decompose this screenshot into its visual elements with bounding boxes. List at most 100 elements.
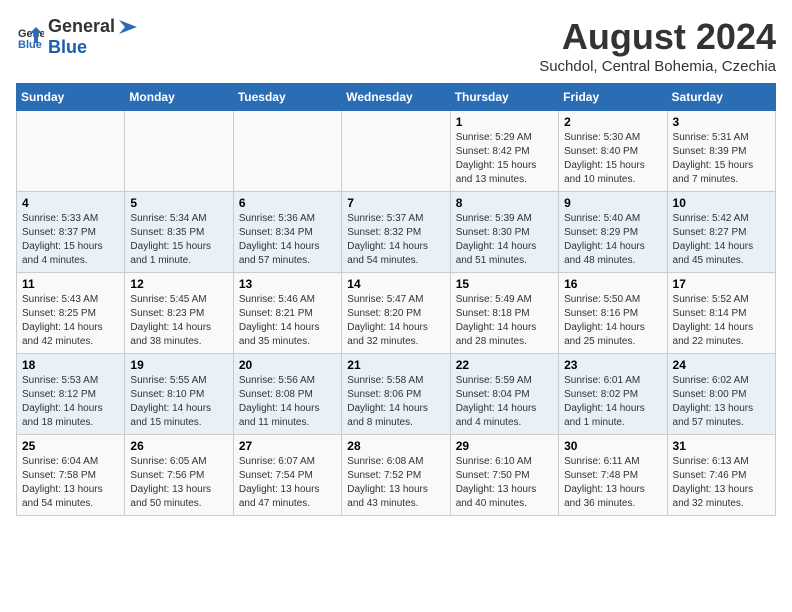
calendar-cell: 11Sunrise: 5:43 AM Sunset: 8:25 PM Dayli… <box>17 273 125 354</box>
weekday-header-monday: Monday <box>125 84 233 111</box>
day-number: 12 <box>130 277 227 291</box>
day-number: 28 <box>347 439 444 453</box>
calendar-table: SundayMondayTuesdayWednesdayThursdayFrid… <box>16 83 776 516</box>
day-number: 4 <box>22 196 119 210</box>
day-info: Sunrise: 5:58 AM Sunset: 8:06 PM Dayligh… <box>347 374 444 430</box>
day-info: Sunrise: 6:01 AM Sunset: 8:02 PM Dayligh… <box>564 374 661 430</box>
calendar-cell: 19 Sunrise: 5:55 AM Sunset: 8:10 PM Dayli… <box>125 354 233 435</box>
subtitle: Suchdol, Central Bohemia, Czechia <box>539 58 776 75</box>
calendar-cell: 23Sunrise: 6:01 AM Sunset: 8:02 PM Dayli… <box>559 354 667 435</box>
weekday-header-tuesday: Tuesday <box>233 84 341 111</box>
day-number: 13 <box>239 277 336 291</box>
weekday-header-thursday: Thursday <box>450 84 558 111</box>
day-number: 21 <box>347 358 444 372</box>
day-info: Sunrise: 5:52 AM Sunset: 8:14 PM Dayligh… <box>673 293 770 349</box>
calendar-cell: 15 Sunrise: 5:49 AM Sunset: 8:18 PM Dayli… <box>450 273 558 354</box>
day-info: Sunrise: 5:49 AM Sunset: 8:18 PM Dayligh… <box>456 293 553 349</box>
day-number: 14 <box>347 277 444 291</box>
calendar-cell: 12 Sunrise: 5:45 AM Sunset: 8:23 PM Dayli… <box>125 273 233 354</box>
main-title: August 2024 <box>539 16 776 58</box>
day-number: 2 <box>564 115 661 129</box>
day-info: Sunrise: 6:02 AM Sunset: 8:00 PM Dayligh… <box>673 374 770 430</box>
calendar-cell: 13 Sunrise: 5:46 AM Sunset: 8:21 PM Dayli… <box>233 273 341 354</box>
day-number: 27 <box>239 439 336 453</box>
day-number: 17 <box>673 277 770 291</box>
calendar-cell: 1Sunrise: 5:29 AM Sunset: 8:42 PM Daylig… <box>450 111 558 192</box>
day-info: Sunrise: 5:47 AM Sunset: 8:20 PM Dayligh… <box>347 293 444 349</box>
day-number: 20 <box>239 358 336 372</box>
day-info: Sunrise: 6:13 AM Sunset: 7:46 PM Dayligh… <box>673 455 770 511</box>
day-number: 18 <box>22 358 119 372</box>
day-info: Sunrise: 5:37 AM Sunset: 8:32 PM Dayligh… <box>347 212 444 268</box>
calendar-cell: 7 Sunrise: 5:37 AM Sunset: 8:32 PM Daylig… <box>342 192 450 273</box>
day-info: Sunrise: 5:39 AM Sunset: 8:30 PM Dayligh… <box>456 212 553 268</box>
svg-text:Blue: Blue <box>18 39 42 51</box>
calendar-cell: 16 Sunrise: 5:50 AM Sunset: 8:16 PM Dayli… <box>559 273 667 354</box>
calendar-cell: 31 Sunrise: 6:13 AM Sunset: 7:46 PM Dayli… <box>667 435 775 516</box>
day-info: Sunrise: 5:53 AM Sunset: 8:12 PM Dayligh… <box>22 374 119 430</box>
weekday-header-sunday: Sunday <box>17 84 125 111</box>
day-info: Sunrise: 5:50 AM Sunset: 8:16 PM Dayligh… <box>564 293 661 349</box>
day-number: 8 <box>456 196 553 210</box>
calendar-cell: 18 Sunrise: 5:53 AM Sunset: 8:12 PM Dayli… <box>17 354 125 435</box>
day-number: 11 <box>22 277 119 291</box>
logo: General Blue General Blue <box>16 16 139 58</box>
calendar-cell: 17 Sunrise: 5:52 AM Sunset: 8:14 PM Dayli… <box>667 273 775 354</box>
calendar-cell: 8 Sunrise: 5:39 AM Sunset: 8:30 PM Daylig… <box>450 192 558 273</box>
day-number: 7 <box>347 196 444 210</box>
calendar-cell <box>233 111 341 192</box>
calendar-cell: 30Sunrise: 6:11 AM Sunset: 7:48 PM Dayli… <box>559 435 667 516</box>
day-number: 24 <box>673 358 770 372</box>
calendar-cell: 29Sunrise: 6:10 AM Sunset: 7:50 PM Dayli… <box>450 435 558 516</box>
day-info: Sunrise: 6:11 AM Sunset: 7:48 PM Dayligh… <box>564 455 661 511</box>
week-row-3: 11Sunrise: 5:43 AM Sunset: 8:25 PM Dayli… <box>17 273 776 354</box>
day-info: Sunrise: 5:42 AM Sunset: 8:27 PM Dayligh… <box>673 212 770 268</box>
calendar-cell: 3Sunrise: 5:31 AM Sunset: 8:39 PM Daylig… <box>667 111 775 192</box>
day-info: Sunrise: 5:33 AM Sunset: 8:37 PM Dayligh… <box>22 212 119 268</box>
calendar-cell: 9 Sunrise: 5:40 AM Sunset: 8:29 PM Daylig… <box>559 192 667 273</box>
day-number: 9 <box>564 196 661 210</box>
day-number: 19 <box>130 358 227 372</box>
day-info: Sunrise: 5:45 AM Sunset: 8:23 PM Dayligh… <box>130 293 227 349</box>
day-info: Sunrise: 6:08 AM Sunset: 7:52 PM Dayligh… <box>347 455 444 511</box>
header: General Blue General Blue August 2024 Su… <box>16 16 776 75</box>
calendar-cell: 22Sunrise: 5:59 AM Sunset: 8:04 PM Dayli… <box>450 354 558 435</box>
day-info: Sunrise: 5:36 AM Sunset: 8:34 PM Dayligh… <box>239 212 336 268</box>
day-info: Sunrise: 5:30 AM Sunset: 8:40 PM Dayligh… <box>564 131 661 187</box>
weekday-header-row: SundayMondayTuesdayWednesdayThursdayFrid… <box>17 84 776 111</box>
weekday-header-wednesday: Wednesday <box>342 84 450 111</box>
day-number: 16 <box>564 277 661 291</box>
day-number: 15 <box>456 277 553 291</box>
day-info: Sunrise: 5:40 AM Sunset: 8:29 PM Dayligh… <box>564 212 661 268</box>
day-info: Sunrise: 5:34 AM Sunset: 8:35 PM Dayligh… <box>130 212 227 268</box>
calendar-cell: 26Sunrise: 6:05 AM Sunset: 7:56 PM Dayli… <box>125 435 233 516</box>
calendar-cell: 5 Sunrise: 5:34 AM Sunset: 8:35 PM Daylig… <box>125 192 233 273</box>
calendar-cell <box>17 111 125 192</box>
day-number: 26 <box>130 439 227 453</box>
day-info: Sunrise: 6:04 AM Sunset: 7:58 PM Dayligh… <box>22 455 119 511</box>
title-area: August 2024 Suchdol, Central Bohemia, Cz… <box>539 16 776 75</box>
calendar-cell: 10Sunrise: 5:42 AM Sunset: 8:27 PM Dayli… <box>667 192 775 273</box>
weekday-header-friday: Friday <box>559 84 667 111</box>
week-row-1: 1Sunrise: 5:29 AM Sunset: 8:42 PM Daylig… <box>17 111 776 192</box>
week-row-5: 25 Sunrise: 6:04 AM Sunset: 7:58 PM Dayli… <box>17 435 776 516</box>
calendar-cell: 20Sunrise: 5:56 AM Sunset: 8:08 PM Dayli… <box>233 354 341 435</box>
day-number: 29 <box>456 439 553 453</box>
week-row-4: 18 Sunrise: 5:53 AM Sunset: 8:12 PM Dayli… <box>17 354 776 435</box>
calendar-cell: 28 Sunrise: 6:08 AM Sunset: 7:52 PM Dayli… <box>342 435 450 516</box>
calendar-cell: 6 Sunrise: 5:36 AM Sunset: 8:34 PM Daylig… <box>233 192 341 273</box>
day-info: Sunrise: 5:46 AM Sunset: 8:21 PM Dayligh… <box>239 293 336 349</box>
day-number: 31 <box>673 439 770 453</box>
weekday-header-saturday: Saturday <box>667 84 775 111</box>
logo-general-text: General <box>48 16 115 37</box>
day-info: Sunrise: 5:55 AM Sunset: 8:10 PM Dayligh… <box>130 374 227 430</box>
calendar-cell: 2 Sunrise: 5:30 AM Sunset: 8:40 PM Daylig… <box>559 111 667 192</box>
calendar-cell: 25 Sunrise: 6:04 AM Sunset: 7:58 PM Dayli… <box>17 435 125 516</box>
day-number: 6 <box>239 196 336 210</box>
day-number: 25 <box>22 439 119 453</box>
calendar-cell: 24 Sunrise: 6:02 AM Sunset: 8:00 PM Dayli… <box>667 354 775 435</box>
calendar-cell <box>125 111 233 192</box>
day-number: 5 <box>130 196 227 210</box>
logo-blue-text: Blue <box>48 37 139 58</box>
calendar-cell: 14 Sunrise: 5:47 AM Sunset: 8:20 PM Dayli… <box>342 273 450 354</box>
